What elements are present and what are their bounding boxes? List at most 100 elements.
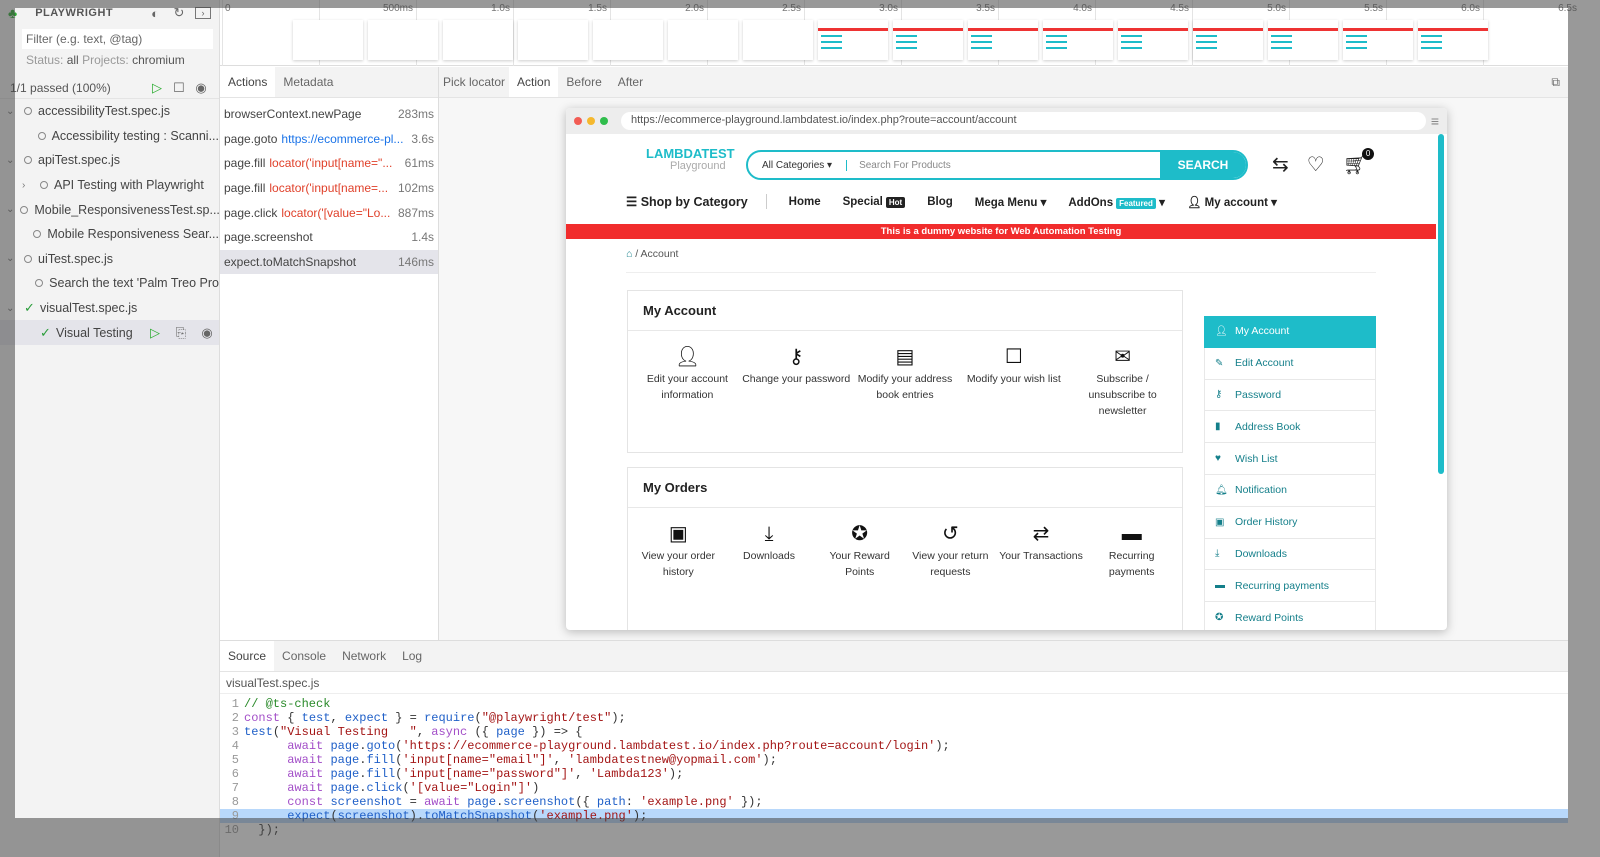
account-link[interactable]: ▣ View your order history (633, 520, 724, 580)
chevron-icon[interactable]: ⌄ (6, 253, 18, 264)
filmstrip-thumbnail[interactable] (893, 20, 963, 60)
watch-icon[interactable]: ◉ (199, 325, 215, 341)
filmstrip-thumbnail[interactable] (1193, 20, 1263, 60)
account-menu-item[interactable]: ⤓ Downloads (1204, 538, 1376, 571)
tab-metadata[interactable]: Metadata (275, 67, 341, 97)
account-link[interactable]: ▤ Modify your address book entries (851, 343, 960, 419)
filmstrip-thumbnail[interactable] (443, 20, 513, 60)
tab-actions[interactable]: Actions (220, 67, 276, 97)
account-menu-item[interactable]: ▮ Address Book (1204, 411, 1376, 444)
site-scrollbar[interactable] (1438, 134, 1444, 474)
chevron-icon[interactable]: › (22, 180, 34, 191)
toggle-output-icon[interactable]: › (195, 7, 211, 19)
chevron-icon[interactable]: ⌄ (6, 303, 18, 314)
nav-shop-by-category[interactable]: ☰ Shop by Category (626, 194, 767, 209)
tab-source[interactable]: Source (220, 641, 275, 671)
category-select[interactable]: All Categories ▾ (748, 159, 848, 171)
filmstrip-thumbnail[interactable] (743, 20, 813, 60)
account-link[interactable]: ✪ Your Reward Points (814, 520, 905, 580)
tree-item[interactable]: ⌄ apiTest.spec.js (0, 148, 219, 173)
filmstrip-thumbnail[interactable] (1268, 20, 1338, 60)
action-item[interactable]: page.fill locator('input[name="... 61ms (220, 151, 438, 176)
wishlist-heart-icon[interactable]: ♡ (1307, 152, 1325, 177)
account-menu-item[interactable]: 👤︎ My Account (1204, 316, 1376, 348)
account-link[interactable]: ▬ Recurring payments (1086, 520, 1177, 580)
menu-icon[interactable]: ≡ (1431, 113, 1439, 129)
run-all-icon[interactable]: ▷ (149, 80, 165, 96)
action-item[interactable]: page.click locator('[value="Lo... 887ms (220, 200, 438, 225)
account-menu-item[interactable]: ⚷ Password (1204, 379, 1376, 412)
filmstrip-thumbnail[interactable] (1418, 20, 1488, 60)
tab-before[interactable]: Before (558, 67, 609, 97)
action-item[interactable]: expect.toMatchSnapshot 146ms (220, 249, 438, 275)
account-link[interactable]: ↺ View your return requests (905, 520, 996, 580)
tab-console[interactable]: Console (274, 641, 334, 671)
timeline[interactable]: 0 500ms 1.0s 1.5s 2.0s 2.5s 3.0s 3.5s 4.0s 4.5s 5.… (220, 0, 1577, 66)
filmstrip-thumbnail[interactable] (1118, 20, 1188, 60)
cart-icon[interactable]: 🛒︎ 0 (1343, 148, 1375, 177)
tree-item[interactable]: ⌄ uiTest.spec.js (0, 247, 219, 272)
tree-item[interactable]: ⌄ ✓ visualTest.spec.js (0, 296, 219, 321)
action-item[interactable]: browserContext.newPage 283ms (220, 102, 438, 127)
site-logo[interactable]: LAMBDATEST Playground (634, 147, 735, 172)
filmstrip-thumbnail[interactable] (293, 20, 363, 60)
open-external-icon[interactable]: ⧉ (1543, 67, 1568, 97)
tree-item[interactable]: ⌄ Mobile_ResponsivenessTest.sp... (0, 197, 219, 222)
nav-home[interactable]: Home (789, 196, 821, 208)
filmstrip-thumbnail[interactable] (1343, 20, 1413, 60)
tree-item[interactable]: Accessibility testing : Scanni... (0, 124, 219, 149)
account-link[interactable]: ✉ Subscribe / unsubscribe to newsletter (1068, 343, 1177, 419)
compare-icon[interactable]: ⇆ (1272, 152, 1289, 177)
account-link[interactable]: ⚷ Change your password (742, 343, 851, 419)
filmstrip-thumbnail[interactable] (368, 20, 438, 60)
nav-addons[interactable]: AddOns Featured ▾ (1068, 195, 1165, 209)
reload-icon[interactable]: ↻ (171, 5, 187, 21)
nav-mega-menu[interactable]: Mega Menu ▾ (975, 195, 1047, 209)
filmstrip-thumbnail[interactable] (968, 20, 1038, 60)
action-item[interactable]: page.fill locator('input[name=... 102ms (220, 176, 438, 201)
account-link[interactable]: 👤︎ Edit your account information (633, 343, 742, 419)
chevron-icon[interactable]: ⌄ (6, 204, 14, 215)
tree-item[interactable]: ⌄ accessibilityTest.spec.js (0, 99, 219, 124)
filmstrip-thumbnail[interactable] (518, 20, 588, 60)
account-menu-item[interactable]: ▬ Recurring payments (1204, 570, 1376, 603)
tab-after[interactable]: After (610, 67, 651, 97)
account-menu-item[interactable]: ✪ Reward Points (1204, 602, 1376, 630)
account-menu-item[interactable]: 🔔︎ Notification (1204, 474, 1376, 507)
show-source-icon[interactable]: ⎘ (173, 325, 189, 341)
tree-item[interactable]: › API Testing with Playwright (0, 173, 219, 198)
tree-item[interactable]: Search the text 'Palm Treo Pro (0, 271, 219, 296)
account-menu-item[interactable]: ♥ Wish List (1204, 443, 1376, 475)
search-input[interactable]: Search For Products (847, 160, 1160, 171)
tab-network[interactable]: Network (334, 641, 394, 671)
filter-status[interactable]: Status: all Projects: chromium (26, 53, 219, 67)
action-item[interactable]: page.goto https://ecommerce-pl... 3.6s (220, 127, 438, 152)
watch-all-icon[interactable]: ◉ (193, 80, 209, 96)
tab-action[interactable]: Action (509, 67, 559, 97)
chevron-icon[interactable]: ⌄ (6, 106, 18, 117)
filmstrip-thumbnail[interactable] (668, 20, 738, 60)
nav-blog[interactable]: Blog (927, 196, 953, 208)
nav-my-account[interactable]: 👤︎ My account ▾ (1187, 195, 1277, 209)
theme-toggle-icon[interactable]: ◐ (147, 6, 163, 21)
nav-special[interactable]: Special Hot (843, 196, 906, 208)
filmstrip-thumbnail[interactable] (593, 20, 663, 60)
filmstrip-thumbnail[interactable] (1043, 20, 1113, 60)
action-item[interactable]: page.screenshot 1.4s (220, 225, 438, 250)
account-menu-item[interactable]: ✎ Edit Account (1204, 347, 1376, 380)
filter-input[interactable]: Filter (e.g. text, @tag) (22, 29, 213, 49)
tree-item[interactable]: Mobile Responsiveness Sear... (0, 222, 219, 247)
tab-log[interactable]: Log (394, 641, 430, 671)
home-icon[interactable]: ⌂ (626, 248, 632, 260)
filmstrip-thumbnail[interactable] (818, 20, 888, 60)
search-button[interactable]: SEARCH (1160, 152, 1246, 178)
account-menu-item[interactable]: ▣ Order History (1204, 506, 1376, 539)
chevron-icon[interactable]: ⌄ (6, 155, 18, 166)
address-bar[interactable]: https://ecommerce-playground.lambdatest.… (621, 112, 1426, 130)
tab-pick-locator[interactable]: Pick locator (439, 67, 509, 97)
tree-item[interactable]: ✓ Visual Testing ▷ ⎘ ◉ (0, 320, 219, 345)
account-link[interactable]: ⤓ Downloads (724, 520, 815, 580)
account-link[interactable]: ☐ Modify your wish list (959, 343, 1068, 419)
run-icon[interactable]: ▷ (147, 325, 163, 341)
account-link[interactable]: ⇄ Your Transactions (996, 520, 1087, 580)
